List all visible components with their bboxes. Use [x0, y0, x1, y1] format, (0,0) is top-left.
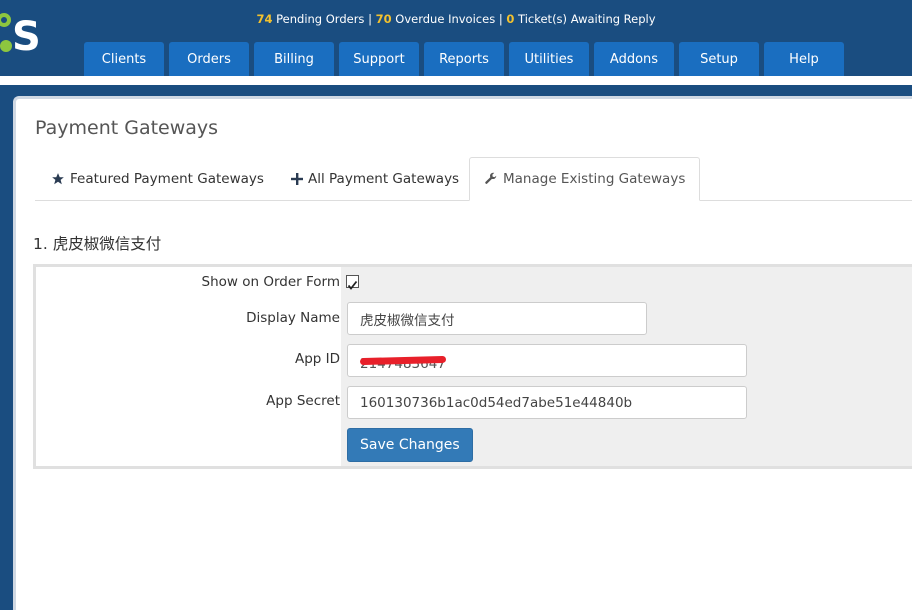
tab-label: Featured Payment Gateways	[70, 171, 264, 187]
row-save: Save Changes	[36, 422, 912, 466]
row-show-on-order-form: Show on Order Form	[36, 267, 912, 298]
display-name-value: 虎皮椒微信支付	[360, 312, 455, 329]
save-changes-button[interactable]: Save Changes	[347, 428, 473, 462]
tab-label: All Payment Gateways	[308, 171, 460, 187]
save-cell: Save Changes	[341, 422, 912, 466]
gateway-settings-form: Show on Order Form Display Name 虎皮椒微信支付 …	[33, 264, 912, 469]
row-app-id: App ID 2147483647	[36, 338, 912, 380]
tab-featured-gateways[interactable]: Featured Payment Gateways	[37, 157, 278, 201]
app-id-cell: 2147483647	[341, 338, 912, 380]
check-icon	[347, 280, 358, 290]
nav-tab-reports[interactable]: Reports	[424, 42, 504, 76]
tab-all-gateways[interactable]: All Payment Gateways	[277, 157, 473, 201]
display-name-input[interactable]: 虎皮椒微信支付	[347, 302, 647, 335]
pending-orders-count: 74	[256, 12, 273, 26]
wrench-icon	[485, 172, 497, 184]
row-display-name: Display Name 虎皮椒微信支付	[36, 298, 912, 338]
show-on-order-form-checkbox[interactable]	[346, 275, 359, 290]
app-id-input[interactable]: 2147483647	[347, 344, 747, 377]
overdue-invoices-label: Overdue Invoices	[395, 12, 496, 26]
tickets-link[interactable]: 0 Ticket(s) Awaiting Reply	[506, 12, 655, 26]
nav-tab-billing[interactable]: Billing	[254, 42, 334, 76]
tab-manage-existing-gateways[interactable]: Manage Existing Gateways	[469, 157, 701, 201]
overdue-invoices-count: 70	[375, 12, 392, 26]
status-separator: |	[498, 12, 503, 26]
tickets-label: Ticket(s) Awaiting Reply	[518, 12, 656, 26]
row-app-secret: App Secret 160130736b1ac0d54ed7abe51e448…	[36, 380, 912, 422]
header-divider	[0, 76, 912, 85]
star-icon	[52, 173, 64, 185]
tickets-count: 0	[506, 12, 515, 26]
app-secret-input[interactable]: 160130736b1ac0d54ed7abe51e44840b	[347, 386, 747, 419]
nav-tab-help[interactable]: Help	[764, 42, 844, 76]
app-secret-label: App Secret	[266, 393, 340, 409]
app-secret-value: 160130736b1ac0d54ed7abe51e44840b	[360, 394, 633, 411]
content-panel: Payment Gateways Featured Payment Gatewa…	[13, 96, 912, 610]
show-on-order-form-label: Show on Order Form	[201, 274, 341, 290]
page-title: Payment Gateways	[35, 117, 219, 139]
app-id-label: App ID	[294, 351, 340, 367]
plus-icon	[291, 173, 303, 185]
top-header: S 74 Pending Orders | 70 Overdue Invoice…	[0, 0, 912, 76]
status-bar: 74 Pending Orders | 70 Overdue Invoices …	[0, 12, 912, 26]
status-separator: |	[368, 12, 372, 26]
gateway-title: 1. 虎皮椒微信支付	[33, 235, 162, 253]
nav-tab-setup[interactable]: Setup	[679, 42, 759, 76]
nav-tab-clients[interactable]: Clients	[84, 42, 164, 76]
pending-orders-label: Pending Orders	[276, 12, 365, 26]
nav-tab-utilities[interactable]: Utilities	[509, 42, 589, 76]
tab-label: Manage Existing Gateways	[503, 171, 686, 187]
nav-tab-addons[interactable]: Addons	[594, 42, 674, 76]
nav-tab-orders[interactable]: Orders	[169, 42, 249, 76]
display-name-cell: 虎皮椒微信支付	[341, 298, 912, 338]
gateway-tabs: Featured Payment Gateways All Payment Ga…	[35, 157, 912, 201]
display-name-label: Display Name	[246, 310, 340, 326]
show-on-order-form-cell	[341, 267, 912, 298]
main-nav: Clients Orders Billing Support Reports U…	[84, 42, 844, 76]
nav-tab-support[interactable]: Support	[339, 42, 419, 76]
pending-orders-link[interactable]: 74 Pending Orders	[256, 12, 364, 26]
app-secret-cell: 160130736b1ac0d54ed7abe51e44840b	[341, 380, 912, 422]
overdue-invoices-link[interactable]: 70 Overdue Invoices	[376, 12, 496, 26]
